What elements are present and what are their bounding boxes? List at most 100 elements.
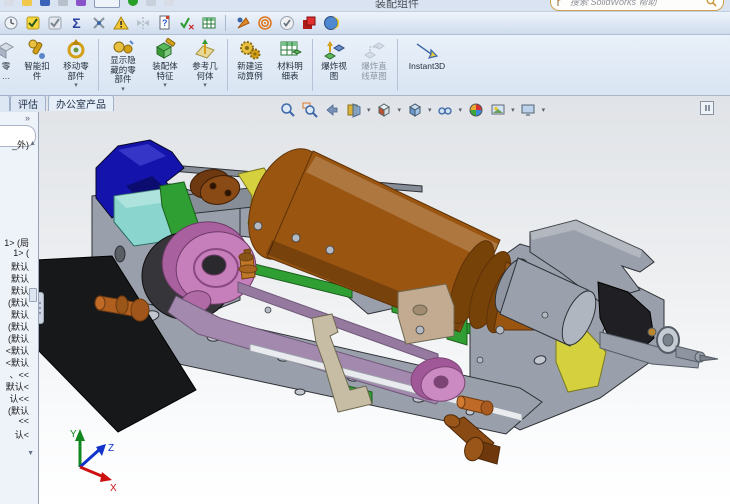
tab-label: 评估 [18,100,38,111]
checked-box-gray-icon[interactable] [46,15,63,32]
svg-text:✕: ✕ [188,23,195,31]
tree-item[interactable]: << [18,416,29,426]
excel-table-icon[interactable] [200,15,217,32]
trim-icon[interactable] [90,15,107,32]
explode-line-sketch-icon [362,38,386,62]
exploded-view-icon [322,38,346,62]
search-icon[interactable] [706,0,717,7]
render-tools-icon[interactable] [234,15,251,32]
chevron-down-icon[interactable]: ▾ [203,82,207,90]
triad-y-label: Y [70,429,77,440]
exploded-view-button[interactable]: 爆炸视 图 [315,35,353,95]
explode-line-sketch-button[interactable]: 爆炸直 线草图 [353,35,395,95]
print-icon[interactable] [58,0,68,6]
reference-geometry-button[interactable]: 参考几 何体 ▾ [185,35,225,95]
sphere-icon[interactable] [322,15,339,32]
command-separator [397,39,398,91]
command-manager: 零 … 智能扣 件 移动零 部件 ▾ 显示隐 藏的零 部件 ▾ 装配体 特征 ▾ [0,35,730,96]
button-label: 线草图 [361,70,387,81]
rings-icon[interactable] [256,15,273,32]
undo-icon[interactable] [76,0,86,6]
command-separator [98,39,99,91]
tools-toolbar: Σ ? ✕ [0,12,730,35]
expand-panel-icon[interactable]: » [25,113,30,123]
move-component-button[interactable]: 移动零 部件 ▾ [56,35,96,95]
open-file-icon[interactable] [22,0,32,6]
insert-component-button[interactable]: 零 … [0,35,18,95]
new-motion-study-icon [238,38,262,62]
button-label: … [1,70,11,81]
instant3d-icon [414,38,440,62]
button-label: 件 [32,70,42,81]
button-label: 部件 [67,70,85,81]
new-motion-study-button[interactable]: 新建运 动算例 [230,35,270,95]
show-hidden-components-button[interactable]: 显示隐 藏的零 部件 ▾ [101,35,145,95]
chevron-down-icon[interactable]: ▾ [163,82,167,90]
rebuild-icon[interactable] [128,0,138,6]
instant3d-button[interactable]: Instant3D [400,35,454,95]
assembly-features-button[interactable]: 装配体 特征 ▾ [145,35,185,95]
tree-item[interactable]: 认< [15,428,29,441]
assembly-features-icon [153,38,177,62]
tab-evaluate[interactable]: 评估 [10,95,46,111]
clock-icon[interactable] [2,15,19,32]
scroll-down-icon[interactable]: ▼ [27,450,34,457]
checked-box-yellow-icon[interactable] [24,15,41,32]
verify-check-icon[interactable]: ✕ [178,15,195,32]
quick-access-toolbar: 装配组件 搜索 SolidWorks 帮助 [0,0,730,12]
button-label: 动算例 [237,70,263,81]
chevron-down-icon[interactable]: ▾ [74,82,78,90]
tab-office-products[interactable]: 办公室产品 [48,95,114,111]
move-component-icon [64,38,88,62]
button-label: Instant3D [408,61,446,71]
search-flag-icon [557,0,561,6]
window-title: 装配组件 [375,0,419,10]
triad-x-label: X [110,483,117,494]
button-label: 何体 [196,70,214,81]
svg-text:?: ? [162,18,168,28]
warning-triangle-icon[interactable] [112,15,129,32]
tree-item[interactable]: _外) [12,138,29,151]
solidworks-window: ▾ ▾ ▾ ▾ ▾ ▾ Z X Y 装配组件 搜索 SolidWorks 帮助 … [0,0,730,504]
toolbar-separator [225,15,226,31]
tab-partial[interactable] [0,95,10,111]
quick-access-icons [4,0,174,8]
options-icon[interactable] [146,0,156,6]
bill-of-materials-button[interactable]: 材料明 细表 [270,35,310,95]
button-label: 图 [329,70,339,81]
reference-geometry-icon [193,38,217,62]
show-hidden-components-icon [111,38,135,56]
scroll-up-icon[interactable]: ▲ [29,140,36,147]
feature-tree-panel: » ▲ _外) 1> (局 1> ( 默认 默认 默认 (默认 默认 (默认 (… [0,112,39,504]
help-document-icon[interactable]: ? [156,15,173,32]
tab-label: 办公室产品 [56,100,106,111]
triad-z-label: Z [108,443,114,454]
button-label: 特征 [156,70,174,81]
check-circle-icon[interactable] [278,15,295,32]
commandmanager-tab-strip: 评估 办公室产品 [0,95,730,112]
new-file-icon[interactable] [4,0,14,6]
tree-scrollbar-handle[interactable] [29,288,37,302]
smart-fasteners-button[interactable]: 智能扣 件 [18,35,56,95]
red-squares-icon[interactable] [300,15,317,32]
button-label: 部件 [114,74,132,84]
bill-of-materials-icon [278,38,302,62]
insert-component-icon [0,38,17,62]
sigma-icon[interactable]: Σ [68,15,85,32]
graphics-viewport[interactable]: ▾ ▾ ▾ ▾ ▾ ▾ Z X Y [35,95,730,504]
smart-fasteners-icon [25,38,49,62]
search-box[interactable]: 搜索 SolidWorks 帮助 [550,0,724,11]
assembly-model [35,139,719,465]
command-separator [312,39,313,91]
command-separator [227,39,228,91]
search-placeholder: 搜索 SolidWorks 帮助 [570,0,657,7]
beige-block[interactable] [397,283,455,345]
sheet-icon[interactable] [164,0,174,6]
coordinate-triad: Z X Y [70,429,117,494]
select-tool-icon[interactable] [94,0,120,8]
symmetry-icon[interactable] [134,15,151,32]
button-label: 细表 [281,70,299,81]
tree-item[interactable]: 1> ( [13,248,29,258]
chevron-down-icon[interactable]: ▾ [121,86,125,94]
save-icon[interactable] [40,0,50,6]
